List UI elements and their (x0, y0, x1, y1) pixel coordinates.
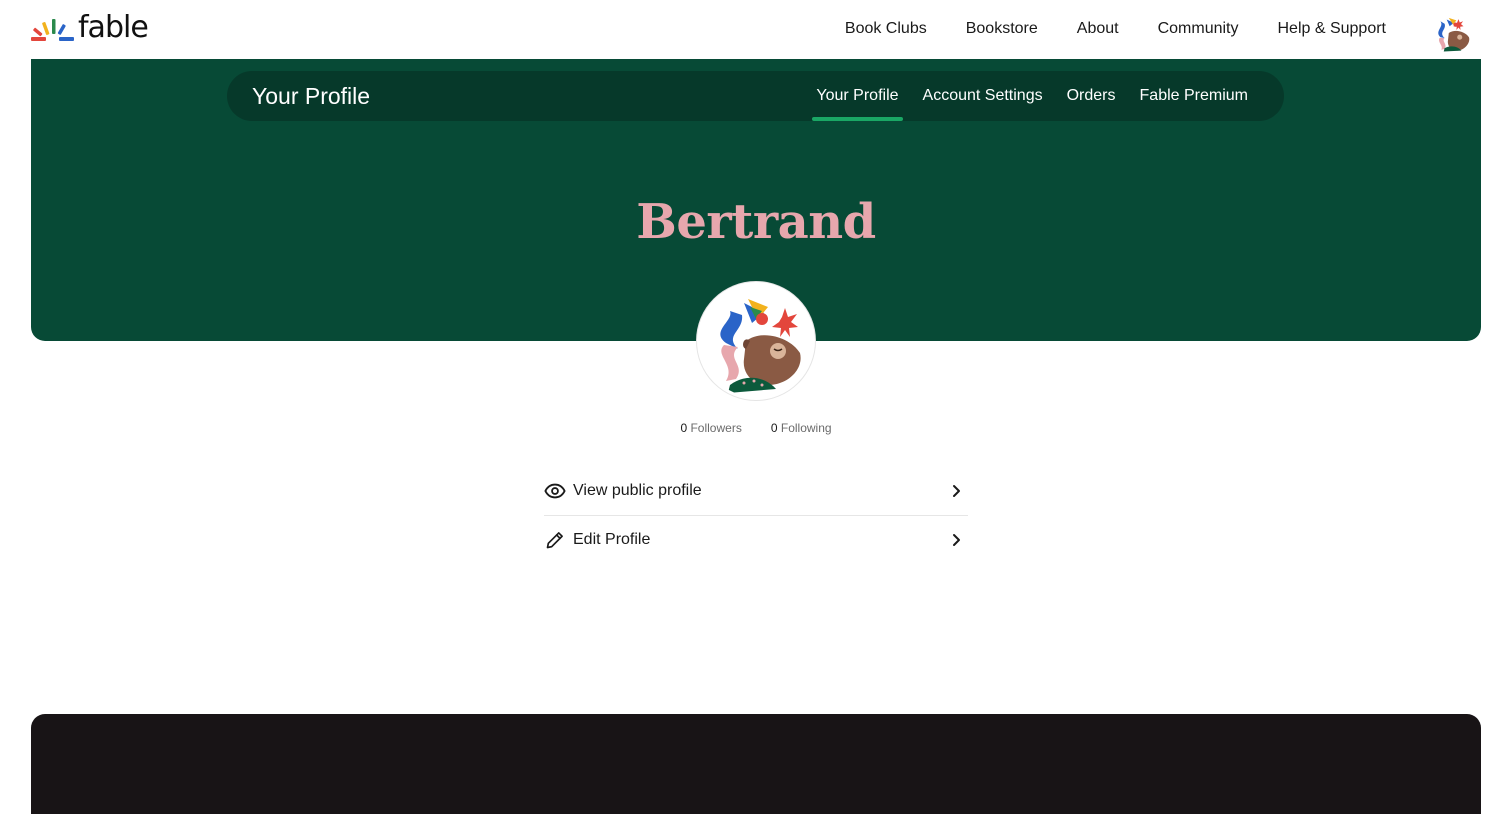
profile-name: Bertrand (636, 194, 876, 250)
profile-avatar (697, 282, 815, 400)
profile-actions-list: View public profile Edit Profile (544, 467, 968, 563)
view-public-profile-label: View public profile (573, 482, 702, 499)
nav-book-clubs[interactable]: Book Clubs (845, 18, 927, 40)
nav-about[interactable]: About (1077, 18, 1119, 40)
profile-subnav: Your Profile Your Profile Account Settin… (227, 71, 1284, 121)
eye-icon (544, 480, 566, 502)
main-nav: Book Clubs Bookstore About Community Hel… (845, 18, 1386, 40)
nav-help-support[interactable]: Help & Support (1277, 18, 1386, 40)
following-count: 0 (770, 421, 778, 435)
tab-your-profile[interactable]: Your Profile (812, 86, 903, 121)
followers-label: Followers (690, 421, 742, 435)
chevron-right-icon (953, 533, 960, 546)
top-navigation-bar: fable Book Clubs Bookstore About Communi… (0, 0, 1512, 58)
view-public-profile-button[interactable]: View public profile (544, 467, 968, 515)
fable-logo[interactable]: fable (30, 10, 149, 45)
nav-bookstore[interactable]: Bookstore (966, 18, 1038, 40)
tab-account-settings[interactable]: Account Settings (923, 86, 1043, 106)
nav-community[interactable]: Community (1158, 18, 1239, 40)
following-label: Following (780, 421, 832, 435)
user-avatar-menu[interactable] (1432, 12, 1474, 54)
following-stat[interactable]: 0 Following (771, 420, 832, 436)
subnav-tabs: Your Profile Account Settings Orders Fab… (812, 86, 1248, 121)
edit-profile-button[interactable]: Edit Profile (544, 515, 968, 563)
subnav-title: Your Profile (252, 83, 371, 109)
follow-stats: 0 Followers 0 Following (0, 420, 1512, 436)
fable-logo-mark-icon (31, 19, 74, 41)
edit-profile-label: Edit Profile (573, 530, 651, 548)
followers-stat[interactable]: 0 Followers (680, 420, 741, 436)
followers-count: 0 (680, 421, 688, 435)
tab-orders[interactable]: Orders (1067, 86, 1116, 106)
bear-with-bird-icon (700, 285, 812, 397)
fable-logo-text: fable (78, 10, 149, 45)
pencil-icon (544, 529, 566, 551)
site-footer (31, 714, 1481, 814)
chevron-right-icon (953, 485, 960, 497)
tab-fable-premium[interactable]: Fable Premium (1140, 86, 1248, 106)
